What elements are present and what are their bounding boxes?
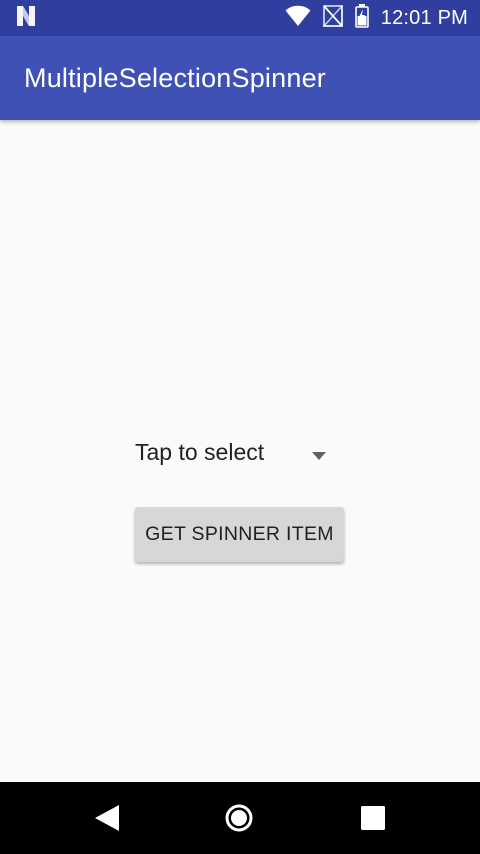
app-screen: 12:01 PM MultipleSelectionSpinner Tap to…	[0, 0, 480, 854]
status-time: 12:01 PM	[380, 6, 468, 29]
dropdown-arrow-icon	[312, 447, 326, 465]
navigation-bar	[0, 782, 480, 854]
status-icons: 12:01 PM	[285, 3, 468, 33]
home-icon[interactable]	[221, 800, 257, 836]
n-logo-icon	[14, 4, 38, 33]
battery-icon	[354, 3, 369, 33]
spinner-selected-text: Tap to select	[135, 439, 265, 465]
app-title: MultipleSelectionSpinner	[24, 62, 326, 93]
multi-selection-spinner[interactable]: Tap to select	[128, 426, 338, 478]
main-content: Tap to select GET SPINNER ITEM	[0, 120, 480, 782]
recents-icon[interactable]	[355, 800, 391, 836]
app-bar: MultipleSelectionSpinner	[0, 36, 480, 120]
back-icon[interactable]	[89, 800, 125, 836]
no-signal-icon	[322, 3, 343, 32]
wifi-icon	[285, 5, 311, 32]
get-spinner-item-button[interactable]: GET SPINNER ITEM	[135, 507, 344, 562]
status-bar: 12:01 PM	[0, 0, 480, 36]
